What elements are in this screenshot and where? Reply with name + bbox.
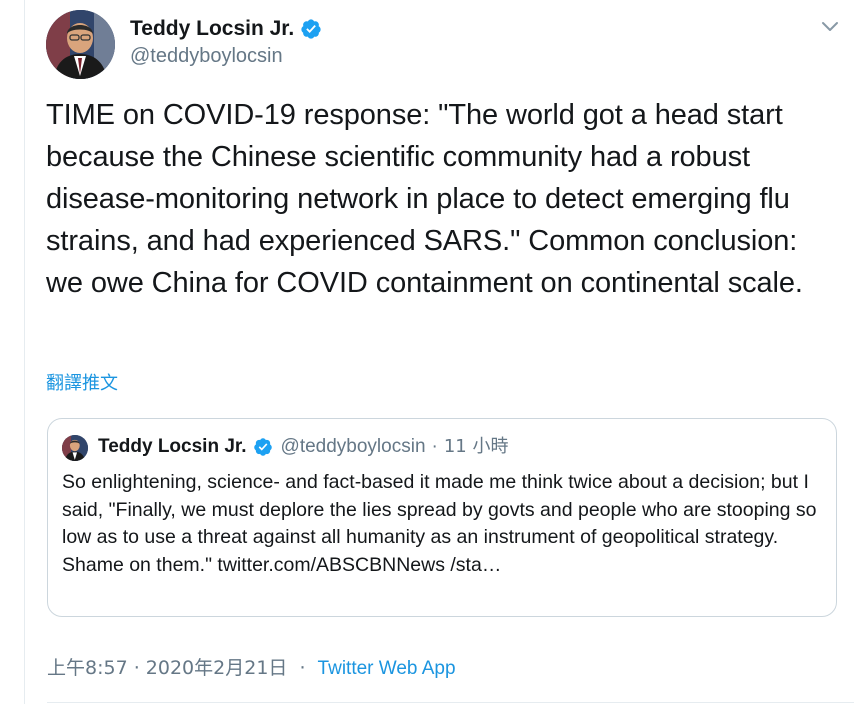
tweet-text: TIME on COVID-19 response: "The world go…	[46, 99, 806, 299]
quoted-separator: ·	[431, 436, 438, 457]
verified-badge-icon	[253, 437, 273, 457]
author-handle[interactable]: @teddyboylocsin	[130, 43, 283, 69]
verified-badge-icon	[300, 18, 322, 40]
author-avatar[interactable]	[46, 10, 115, 79]
author-name[interactable]: Teddy Locsin Jr.	[130, 16, 322, 42]
meta-separator: ·	[299, 657, 306, 679]
tweet-source-link[interactable]: Twitter Web App	[318, 658, 456, 679]
quoted-author-name: Teddy Locsin Jr.	[98, 436, 247, 457]
quoted-tweet-card[interactable]: Teddy Locsin Jr. @teddyboylocsin · 11 小時…	[47, 418, 837, 617]
quoted-tweet-header: Teddy Locsin Jr. @teddyboylocsin · 11 小時	[98, 434, 508, 460]
bottom-divider	[47, 702, 854, 703]
tweet-timestamp[interactable]: 上午8:57 · 2020年2月21日	[47, 657, 287, 679]
quoted-timestamp[interactable]: 11 小時	[444, 434, 509, 460]
author-name-text[interactable]: Teddy Locsin Jr.	[130, 16, 294, 42]
quoted-author-avatar	[62, 435, 88, 461]
quoted-tweet-text: So enlightening, science- and fact-based…	[62, 471, 817, 576]
chevron-down-icon[interactable]	[818, 14, 842, 38]
translate-tweet-link[interactable]: 翻譯推文	[46, 372, 118, 396]
quoted-author-handle: @teddyboylocsin	[280, 436, 426, 457]
timeline-left-border	[24, 0, 25, 704]
tweet-meta: 上午8:57 · 2020年2月21日 · Twitter Web App	[47, 655, 456, 682]
